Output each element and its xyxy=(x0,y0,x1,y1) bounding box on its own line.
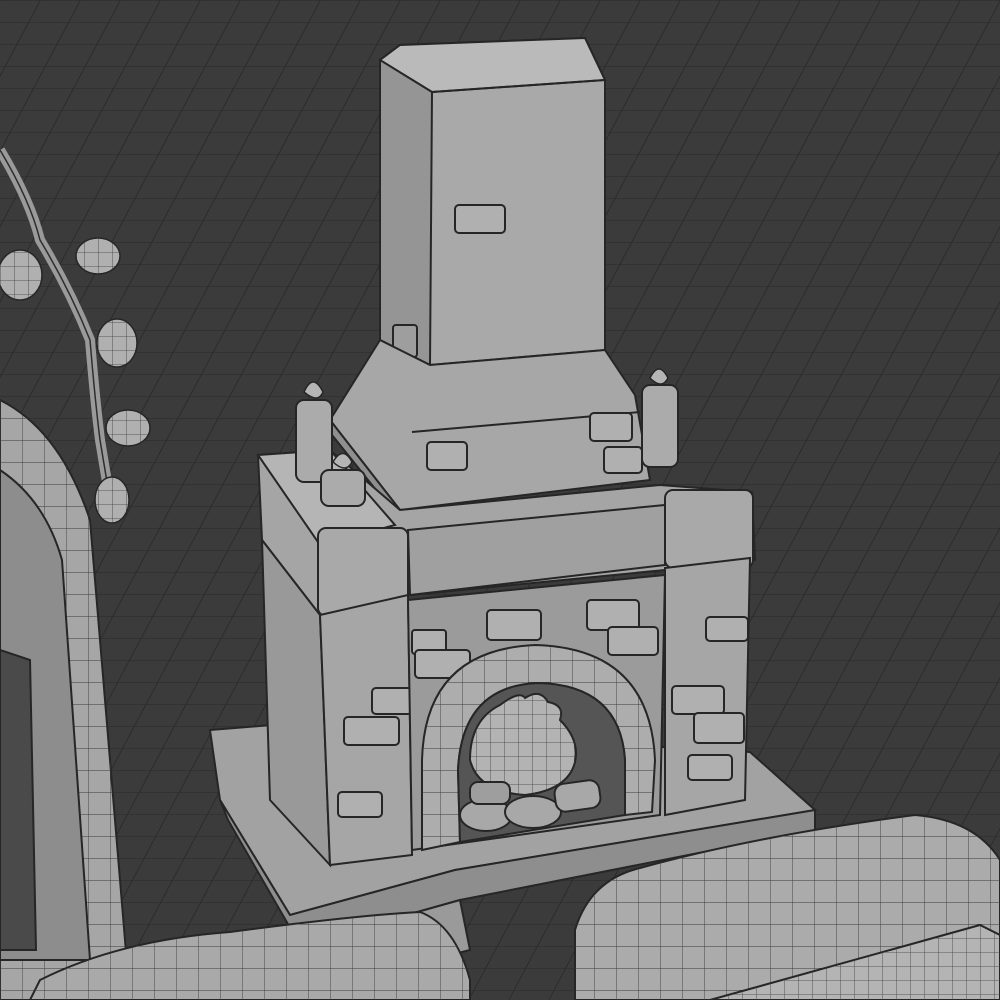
scene-render xyxy=(0,0,1000,1000)
3d-viewport[interactable] xyxy=(0,0,1000,1000)
chimney xyxy=(378,36,607,367)
